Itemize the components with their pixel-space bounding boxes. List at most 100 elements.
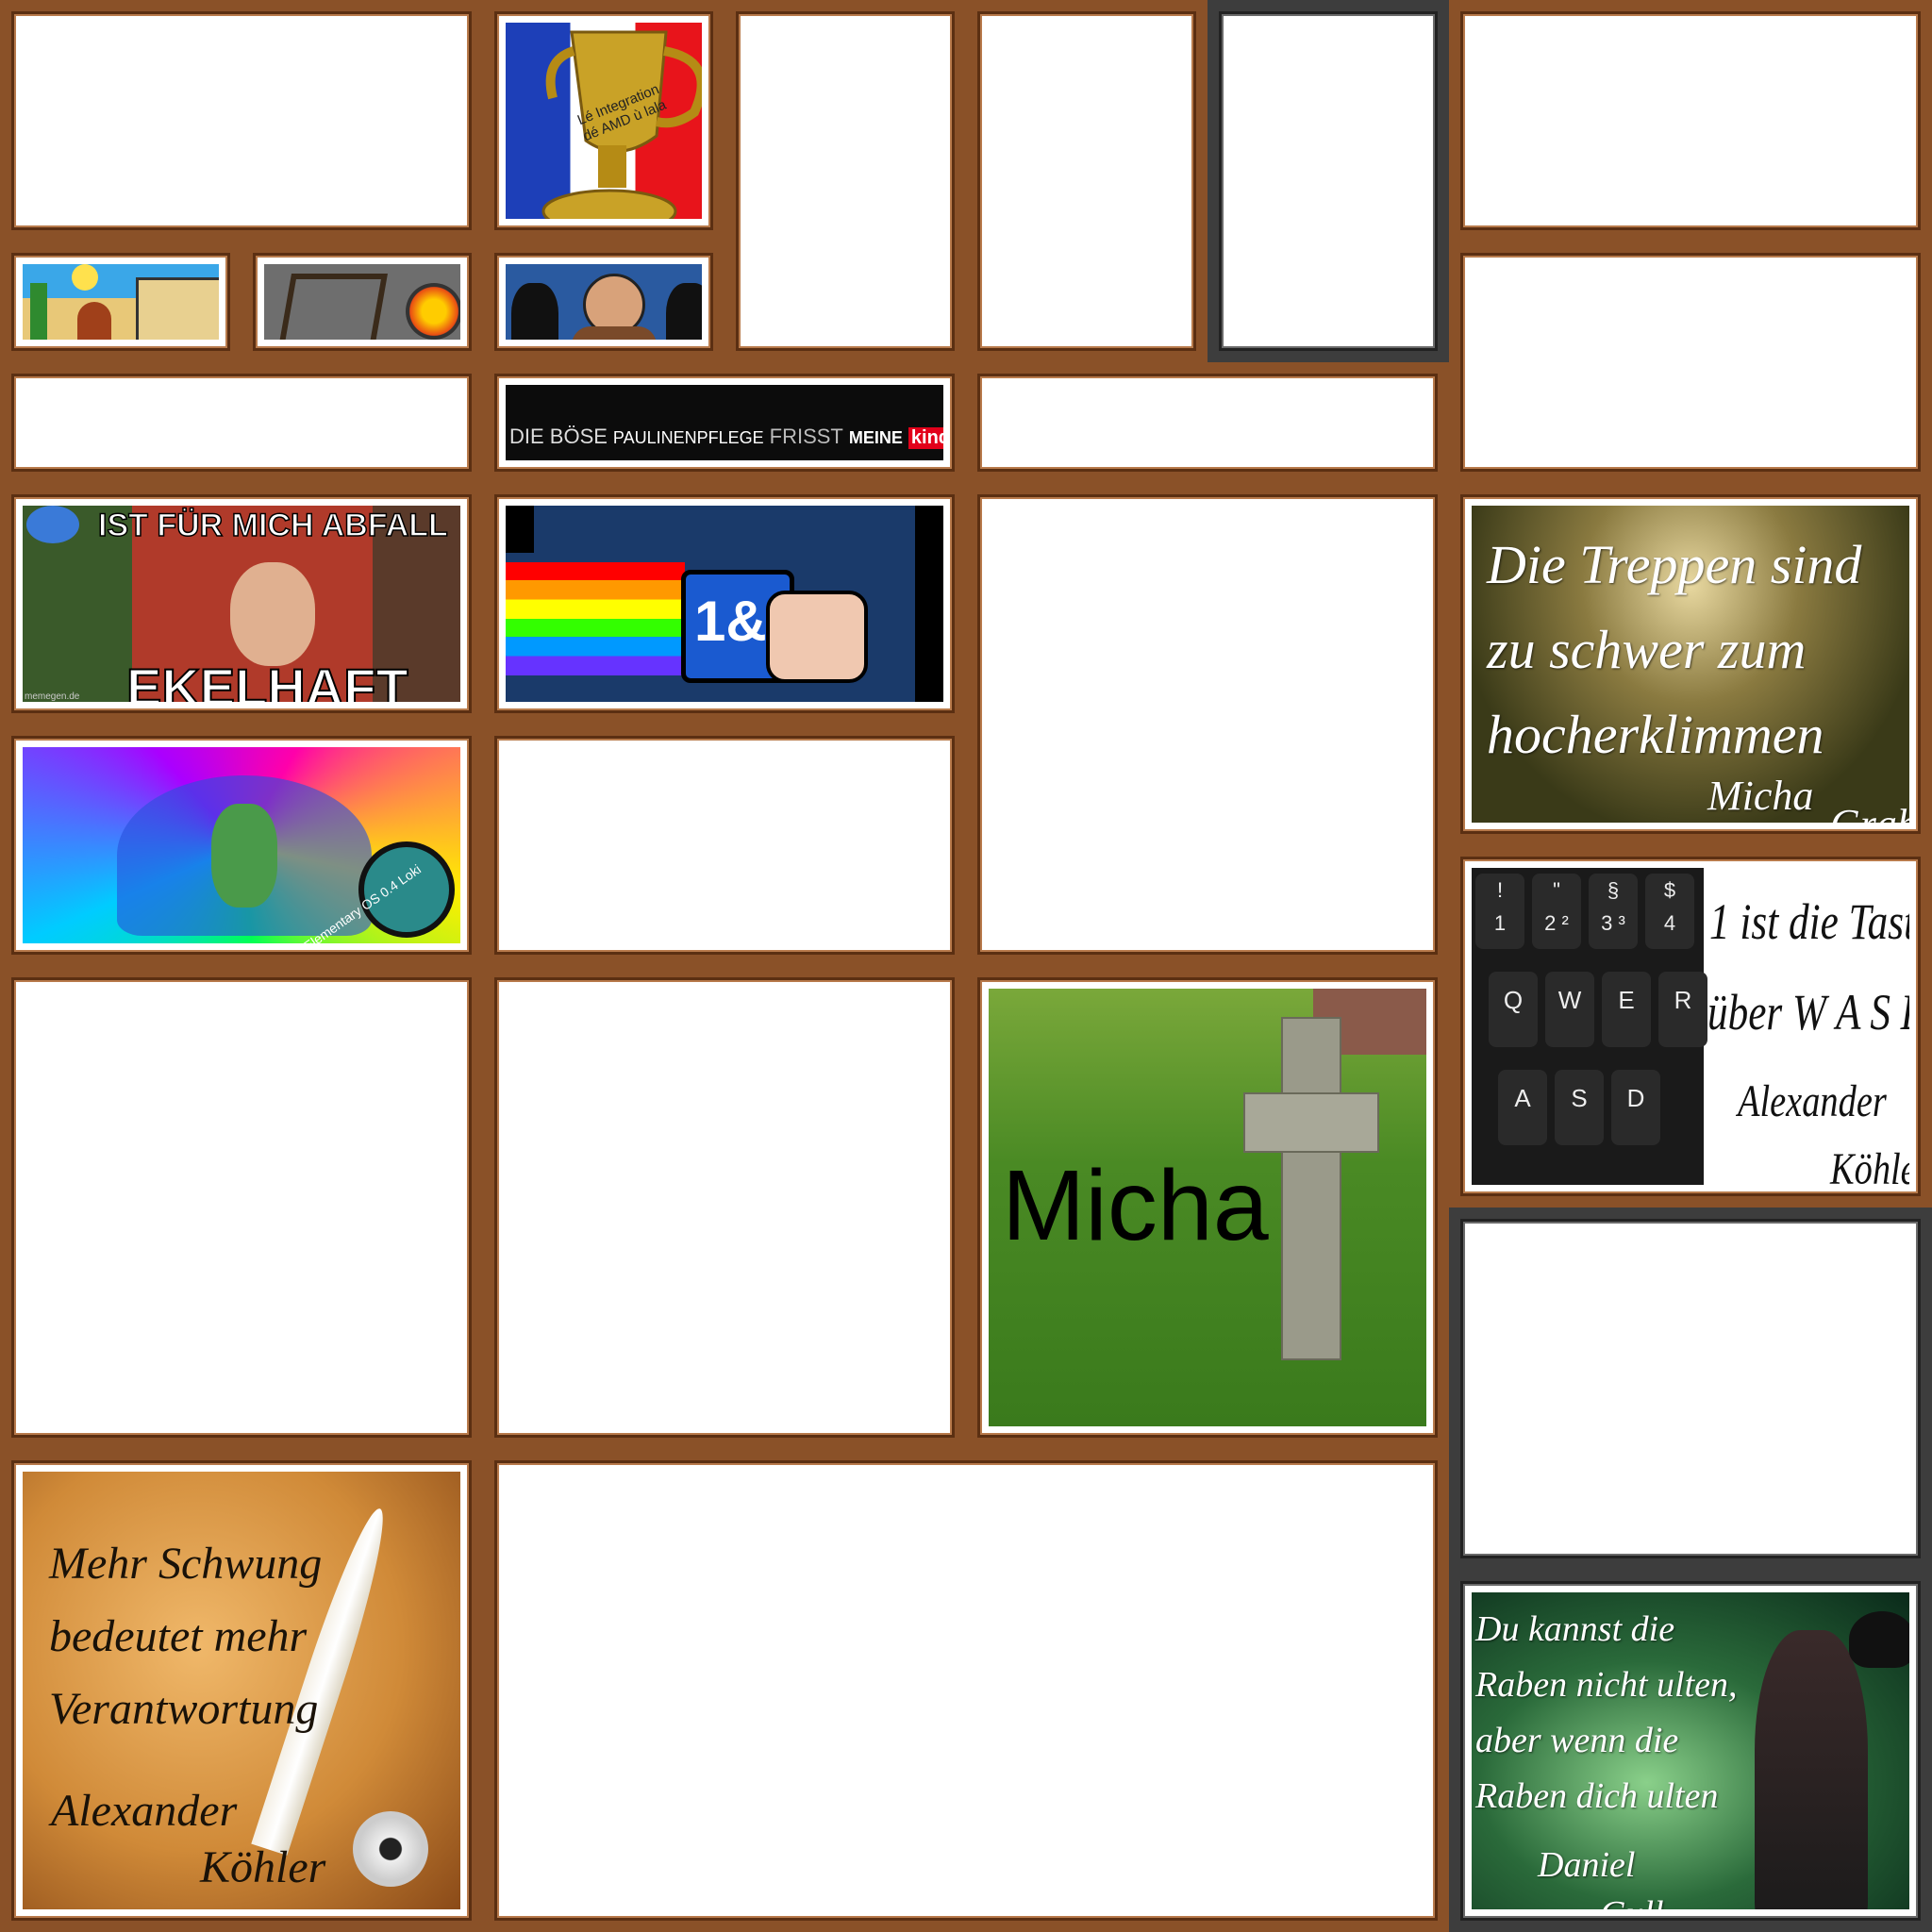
schwung-author-first: Alexander [51, 1786, 238, 1836]
empty-frame[interactable] [483, 1449, 1449, 1932]
key-a: A [1498, 1070, 1547, 1145]
shadow-creature-right [666, 283, 702, 340]
raben-quote-tile[interactable]: Du kannst die Raben nicht ulten, aber we… [1449, 1570, 1932, 1932]
cross-horizontal [1243, 1092, 1379, 1153]
key-1: ! 1 [1475, 874, 1524, 949]
kinder-banner[interactable]: DIE BÖSE PAULINENPFLEGE FRISST MEINE kin… [483, 362, 966, 483]
empty-frame[interactable] [966, 0, 1208, 362]
keyboard-image: ! 1 " 2 ² § 3 ³ $4 Q W E R A S D 1 ist die … [1472, 868, 1909, 1185]
inkwell-icon [353, 1811, 428, 1887]
empty-frame[interactable] [1208, 0, 1449, 362]
building-shape [136, 277, 219, 340]
right-black-bar [915, 506, 943, 702]
nyan-face [766, 591, 868, 683]
parchment-image: Mehr Schwung bedeutet mehr Verantwortung… [23, 1472, 460, 1909]
warrior-figure [1755, 1630, 1868, 1909]
meme-top-text: IST FÜR MICH ABFALL [97, 507, 448, 544]
taste-quote-line1: 1 ist die Taste [1709, 893, 1909, 950]
taste-quote-tile[interactable]: ! 1 " 2 ² § 3 ³ $4 Q W E R A S D 1 ist die … [1449, 845, 1932, 1208]
key-w: W [1545, 972, 1594, 1047]
empty-frame[interactable] [483, 724, 966, 966]
cactus-shape [30, 283, 47, 340]
key-r: R [1658, 972, 1707, 1047]
trophy-tile[interactable]: Lé Integration dé AMD ù lala [483, 0, 724, 242]
nyan-badge: 1& [694, 590, 767, 653]
keyboard-photo: ! 1 " 2 ² § 3 ³ $4 Q W E R A S D [1472, 868, 1707, 1185]
schwung-quote-tile[interactable]: Mehr Schwung bedeutet mehr Verantwortung… [0, 1449, 483, 1932]
taste-author-last: Köhler [1830, 1144, 1909, 1185]
treppen-quote-text: Die Treppen sind zu schwer zum hocherkli… [1487, 534, 1862, 765]
psychedelic-image: Elementary OS 0.4 Loki [23, 747, 460, 943]
key-e: E [1602, 972, 1651, 1047]
kinder-logo: kinder [908, 427, 943, 449]
woman-face [230, 562, 315, 666]
key-d: D [1611, 1070, 1660, 1145]
empty-frame[interactable] [966, 483, 1449, 966]
empty-frame[interactable] [483, 966, 966, 1449]
empty-frame[interactable] [1449, 0, 1932, 242]
banner-text-die: DIE BÖSE [509, 425, 608, 448]
abfall-meme[interactable]: IST FÜR MICH ABFALL EKELHAFT memegen.de [0, 483, 483, 724]
workshop-image [264, 264, 460, 340]
empty-frame[interactable] [0, 0, 483, 242]
meme-image: IST FÜR MICH ABFALL EKELHAFT memegen.de [23, 506, 460, 702]
desert-image [23, 264, 219, 340]
key-q: Q [1489, 972, 1538, 1047]
key-2: " 2 ² [1532, 874, 1581, 949]
character-shape [211, 804, 277, 908]
nyan-tile[interactable]: 1& [483, 483, 966, 724]
trophy-image: Lé Integration dé AMD ù lala [506, 23, 702, 219]
empty-frame[interactable] [1449, 1208, 1932, 1570]
cartoon-tile[interactable] [483, 242, 724, 362]
empty-frame[interactable] [966, 362, 1449, 483]
key-s: S [1555, 1070, 1604, 1145]
raben-quote-text: Du kannst die Raben nicht ulten, aber we… [1475, 1609, 1738, 1816]
key-row-numbers: ! 1 " 2 ² § 3 ³ $4 [1475, 874, 1694, 949]
raven-warrior-image: Du kannst die Raben nicht ulten, aber we… [1472, 1592, 1909, 1909]
figure-shape [77, 302, 111, 340]
nyan-image: 1& [506, 506, 943, 702]
raben-author-last: Gull [1600, 1892, 1664, 1909]
game-art-workshop[interactable] [242, 242, 483, 362]
taste-quote-line2: über W A S D [1707, 984, 1909, 1041]
left-black-bar [506, 506, 534, 553]
banner-text-row: DIE BÖSE PAULINENPFLEGE FRISST MEINE kin… [509, 425, 943, 449]
treppen-author-last: Grab [1830, 798, 1909, 823]
treppen-quote-tile[interactable]: Die Treppen sind zu schwer zum hocherkli… [1449, 483, 1932, 845]
gear-shape [406, 283, 460, 340]
taste-author-first: Alexander [1738, 1076, 1887, 1126]
banner-image: DIE BÖSE PAULINENPFLEGE FRISST MEINE kin… [506, 385, 943, 460]
key-row-qwer: Q W E R [1489, 972, 1707, 1047]
raben-author-first: Daniel [1538, 1845, 1636, 1885]
schwung-author-last: Köhler [200, 1842, 326, 1892]
key-4: $4 [1645, 874, 1694, 949]
banner-text-meine: MEINE [848, 428, 903, 447]
grave-image: Micha [989, 989, 1426, 1426]
schwung-quote-text: Mehr Schwung bedeutet mehr Verantwortung [49, 1539, 323, 1734]
person-body [572, 326, 657, 340]
key-row-asd: A S D [1498, 1070, 1660, 1145]
banner-text-pauline: PAULINENPFLEGE [612, 428, 764, 447]
empty-frame[interactable] [0, 966, 483, 1449]
fish-icon [26, 506, 79, 543]
frame-shape [275, 274, 388, 340]
rainbow-trail [506, 562, 685, 675]
raven-icon [1849, 1611, 1909, 1668]
game-art-desert[interactable] [0, 242, 242, 362]
empty-frame[interactable] [1449, 242, 1932, 483]
treppen-author-first: Micha [1707, 773, 1814, 819]
cartoon-image [506, 264, 702, 340]
empty-frame[interactable] [0, 362, 483, 483]
forest-stairs-image: Die Treppen sind zu schwer zum hocherkli… [1472, 506, 1909, 823]
empty-frame[interactable] [724, 0, 966, 362]
meme-watermark: memegen.de [25, 691, 80, 702]
sun-shape [72, 264, 98, 291]
shadow-creature-left [511, 283, 558, 340]
micha-grave-tile[interactable]: Micha [966, 966, 1449, 1449]
grave-name: Micha [1002, 1150, 1269, 1261]
cross-vertical [1281, 1017, 1341, 1360]
meme-bottom-text: EKELHAFT [125, 657, 409, 702]
banner-text-frisst: FRISST [769, 425, 843, 448]
key-3: § 3 ³ [1589, 874, 1638, 949]
elementary-tile[interactable]: Elementary OS 0.4 Loki [0, 724, 483, 966]
